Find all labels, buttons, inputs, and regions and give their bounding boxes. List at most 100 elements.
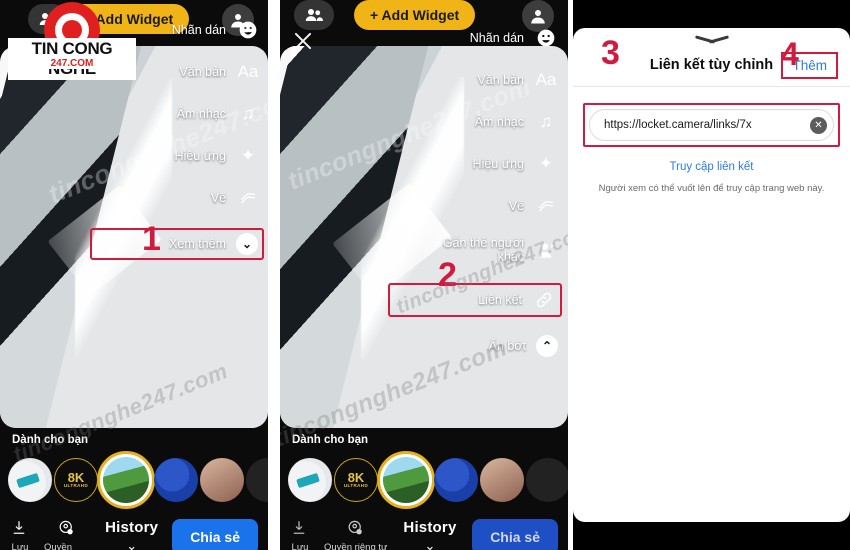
sheet-note: Người xem có thể vuốt lên để truy cập tr… xyxy=(598,183,825,194)
story-eraser[interactable] xyxy=(288,458,332,502)
page-title: Liên kết tùy chỉnh xyxy=(649,57,774,73)
story-eraser[interactable] xyxy=(8,458,52,502)
history-button[interactable]: History ⌄ xyxy=(105,519,158,550)
chevron-up-circle-icon: ⌃ xyxy=(536,334,558,357)
tool-label: Hiệu ứng xyxy=(174,148,226,163)
download-icon xyxy=(10,519,30,539)
tool-label: Âm nhạc xyxy=(176,106,226,121)
story-more[interactable] xyxy=(246,458,268,502)
instagram-editor-screen-2: + Add Widget Nhãn dán Văn bản Aa Âm nhạc… xyxy=(280,0,568,550)
custom-link-sheet: Liên kết tùy chỉnh Thêm https://locket.c… xyxy=(573,28,850,522)
share-button[interactable]: Chia sẻ xyxy=(172,519,258,550)
story-blue[interactable] xyxy=(154,458,198,502)
privacy-button[interactable]: Quyền riêng tư xyxy=(324,519,387,550)
story-row-2: 8K ULTRAHD xyxy=(280,446,568,509)
tool-item-see-more[interactable]: Xem thêm ⌄ xyxy=(90,228,264,260)
story-selected-landscape[interactable] xyxy=(377,451,435,509)
panel-gap-1 xyxy=(268,0,280,550)
screenshot-root: + Add Widget Nhãn dán Văn bản Aa Âm nhạc… xyxy=(0,0,850,550)
privacy-label: Quyền riêng tư xyxy=(44,542,72,550)
tool-label: Nhãn dán xyxy=(469,30,524,45)
editor-bottom-2: Dành cho bạn 8K ULTRAHD Lưu Quyền riêng … xyxy=(280,428,568,550)
draw-squiggle-icon xyxy=(236,186,260,210)
people-icon[interactable] xyxy=(294,0,334,30)
tool-label: Hiệu ứng xyxy=(472,156,524,171)
save-button[interactable]: Lưu xyxy=(290,519,310,550)
tool-item-music[interactable]: Âm nhạc ♫ xyxy=(388,110,558,134)
tool-item-sticker[interactable]: Nhãn dán xyxy=(388,26,558,50)
share-button[interactable]: Chia sẻ xyxy=(472,519,558,550)
tool-item-tag-people[interactable]: Gắn thẻ người khác xyxy=(388,236,558,265)
site-logo: TIN CONG NGHE 247.COM xyxy=(8,2,136,80)
tool-item-effects[interactable]: Hiệu ứng ✦ xyxy=(388,152,558,176)
story-8k[interactable]: 8K ULTRAHD xyxy=(334,458,378,502)
tool-item-link[interactable]: Liên kết xyxy=(388,282,562,317)
download-icon xyxy=(290,519,310,539)
editor-bottom-1: Dành cho bạn 8K ULTRAHD Lưu Quyền Histor… xyxy=(0,428,268,550)
phone-panel-3: Liên kết tùy chỉnh Thêm https://locket.c… xyxy=(573,0,850,550)
tool-label: Ẩn bớt xyxy=(488,338,526,353)
url-input[interactable]: https://locket.camera/links/7x ✕ xyxy=(589,109,834,141)
clear-circle-icon[interactable]: ✕ xyxy=(810,116,827,134)
tool-label: Xem thêm xyxy=(169,236,226,251)
save-label: Lưu xyxy=(291,542,309,550)
tool-label: Văn bản xyxy=(179,64,226,79)
story-blue[interactable] xyxy=(434,458,478,502)
badge-8k: 8K ULTRAHD xyxy=(63,470,89,489)
story-row-1: 8K ULTRAHD xyxy=(0,446,268,509)
tool-item-effects[interactable]: Hiệu ứng ✦ xyxy=(90,144,260,168)
tool-label: Nhãn dán xyxy=(171,22,226,37)
story-photo[interactable] xyxy=(200,458,244,502)
privacy-gear-icon xyxy=(346,519,366,539)
save-label: Lưu xyxy=(11,542,29,550)
privacy-gear-icon xyxy=(57,519,77,539)
step-number-4: 4 xyxy=(781,36,799,72)
text-aa-icon: Aa xyxy=(237,62,259,81)
privacy-label: Quyền riêng tư xyxy=(324,542,388,550)
visit-link-button[interactable]: Truy cập liên kết xyxy=(573,161,850,173)
tool-label: Âm nhạc xyxy=(474,114,524,129)
for-you-label: Dành cho bạn xyxy=(292,434,369,446)
instagram-editor-screen-1: + Add Widget Nhãn dán Văn bản Aa Âm nhạc… xyxy=(0,0,268,550)
url-value: https://locket.camera/links/7x xyxy=(604,119,752,131)
for-you-label: Dành cho bạn xyxy=(12,434,89,446)
tool-menu-2: Nhãn dán Văn bản Aa Âm nhạc ♫ Hiệu ứng ✦ xyxy=(388,26,562,375)
story-selected-landscape[interactable] xyxy=(97,451,155,509)
story-more[interactable] xyxy=(526,458,568,502)
privacy-button[interactable]: Quyền riêng tư xyxy=(44,519,89,550)
history-button[interactable]: History ⌄ xyxy=(403,519,456,550)
tool-label: Vẽ xyxy=(210,190,226,205)
chevron-down-circle-icon: ⌄ xyxy=(236,233,258,255)
action-row-2: Lưu Quyền riêng tư History ⌄ Chia sẻ xyxy=(280,509,568,550)
music-note-icon: ♫ xyxy=(241,104,255,123)
phone-panel-1: + Add Widget Nhãn dán Văn bản Aa Âm nhạc… xyxy=(0,0,268,550)
logo-line-2: 247.COM xyxy=(36,58,108,69)
tool-item-collapse[interactable]: Ẩn bớt ⌃ xyxy=(388,334,558,357)
tool-label: Vẽ xyxy=(508,198,524,213)
tag-person-icon xyxy=(534,238,558,262)
url-input-highlight: https://locket.camera/links/7x ✕ xyxy=(583,103,840,147)
save-button[interactable]: Lưu xyxy=(10,519,30,550)
phone-panel-2: + Add Widget Nhãn dán Văn bản Aa Âm nhạc… xyxy=(280,0,568,550)
tool-item-music[interactable]: Âm nhạc ♫ xyxy=(90,102,260,126)
badge-8k: 8K ULTRAHD xyxy=(343,470,369,489)
sticker-icon xyxy=(236,18,260,42)
tool-item-draw[interactable]: Vẽ xyxy=(388,194,558,218)
sparkles-icon: ✦ xyxy=(240,146,256,165)
step-number-2: 2 xyxy=(438,256,457,294)
story-8k[interactable]: 8K ULTRAHD xyxy=(54,458,98,502)
link-icon xyxy=(532,288,556,312)
step-number-3: 3 xyxy=(601,34,620,72)
close-icon[interactable] xyxy=(292,30,314,52)
divider xyxy=(573,86,850,87)
chevron-down-icon: ⌄ xyxy=(126,538,138,550)
tool-item-text[interactable]: Văn bản Aa xyxy=(388,68,558,92)
text-aa-icon: Aa xyxy=(535,70,557,89)
story-photo[interactable] xyxy=(480,458,524,502)
sparkles-icon: ✦ xyxy=(538,154,554,173)
tool-item-draw[interactable]: Vẽ xyxy=(90,186,260,210)
draw-squiggle-icon xyxy=(534,194,558,218)
action-row-1: Lưu Quyền riêng tư History ⌄ Chia sẻ xyxy=(0,509,268,550)
music-note-icon: ♫ xyxy=(539,112,553,131)
history-label: History xyxy=(403,519,457,536)
